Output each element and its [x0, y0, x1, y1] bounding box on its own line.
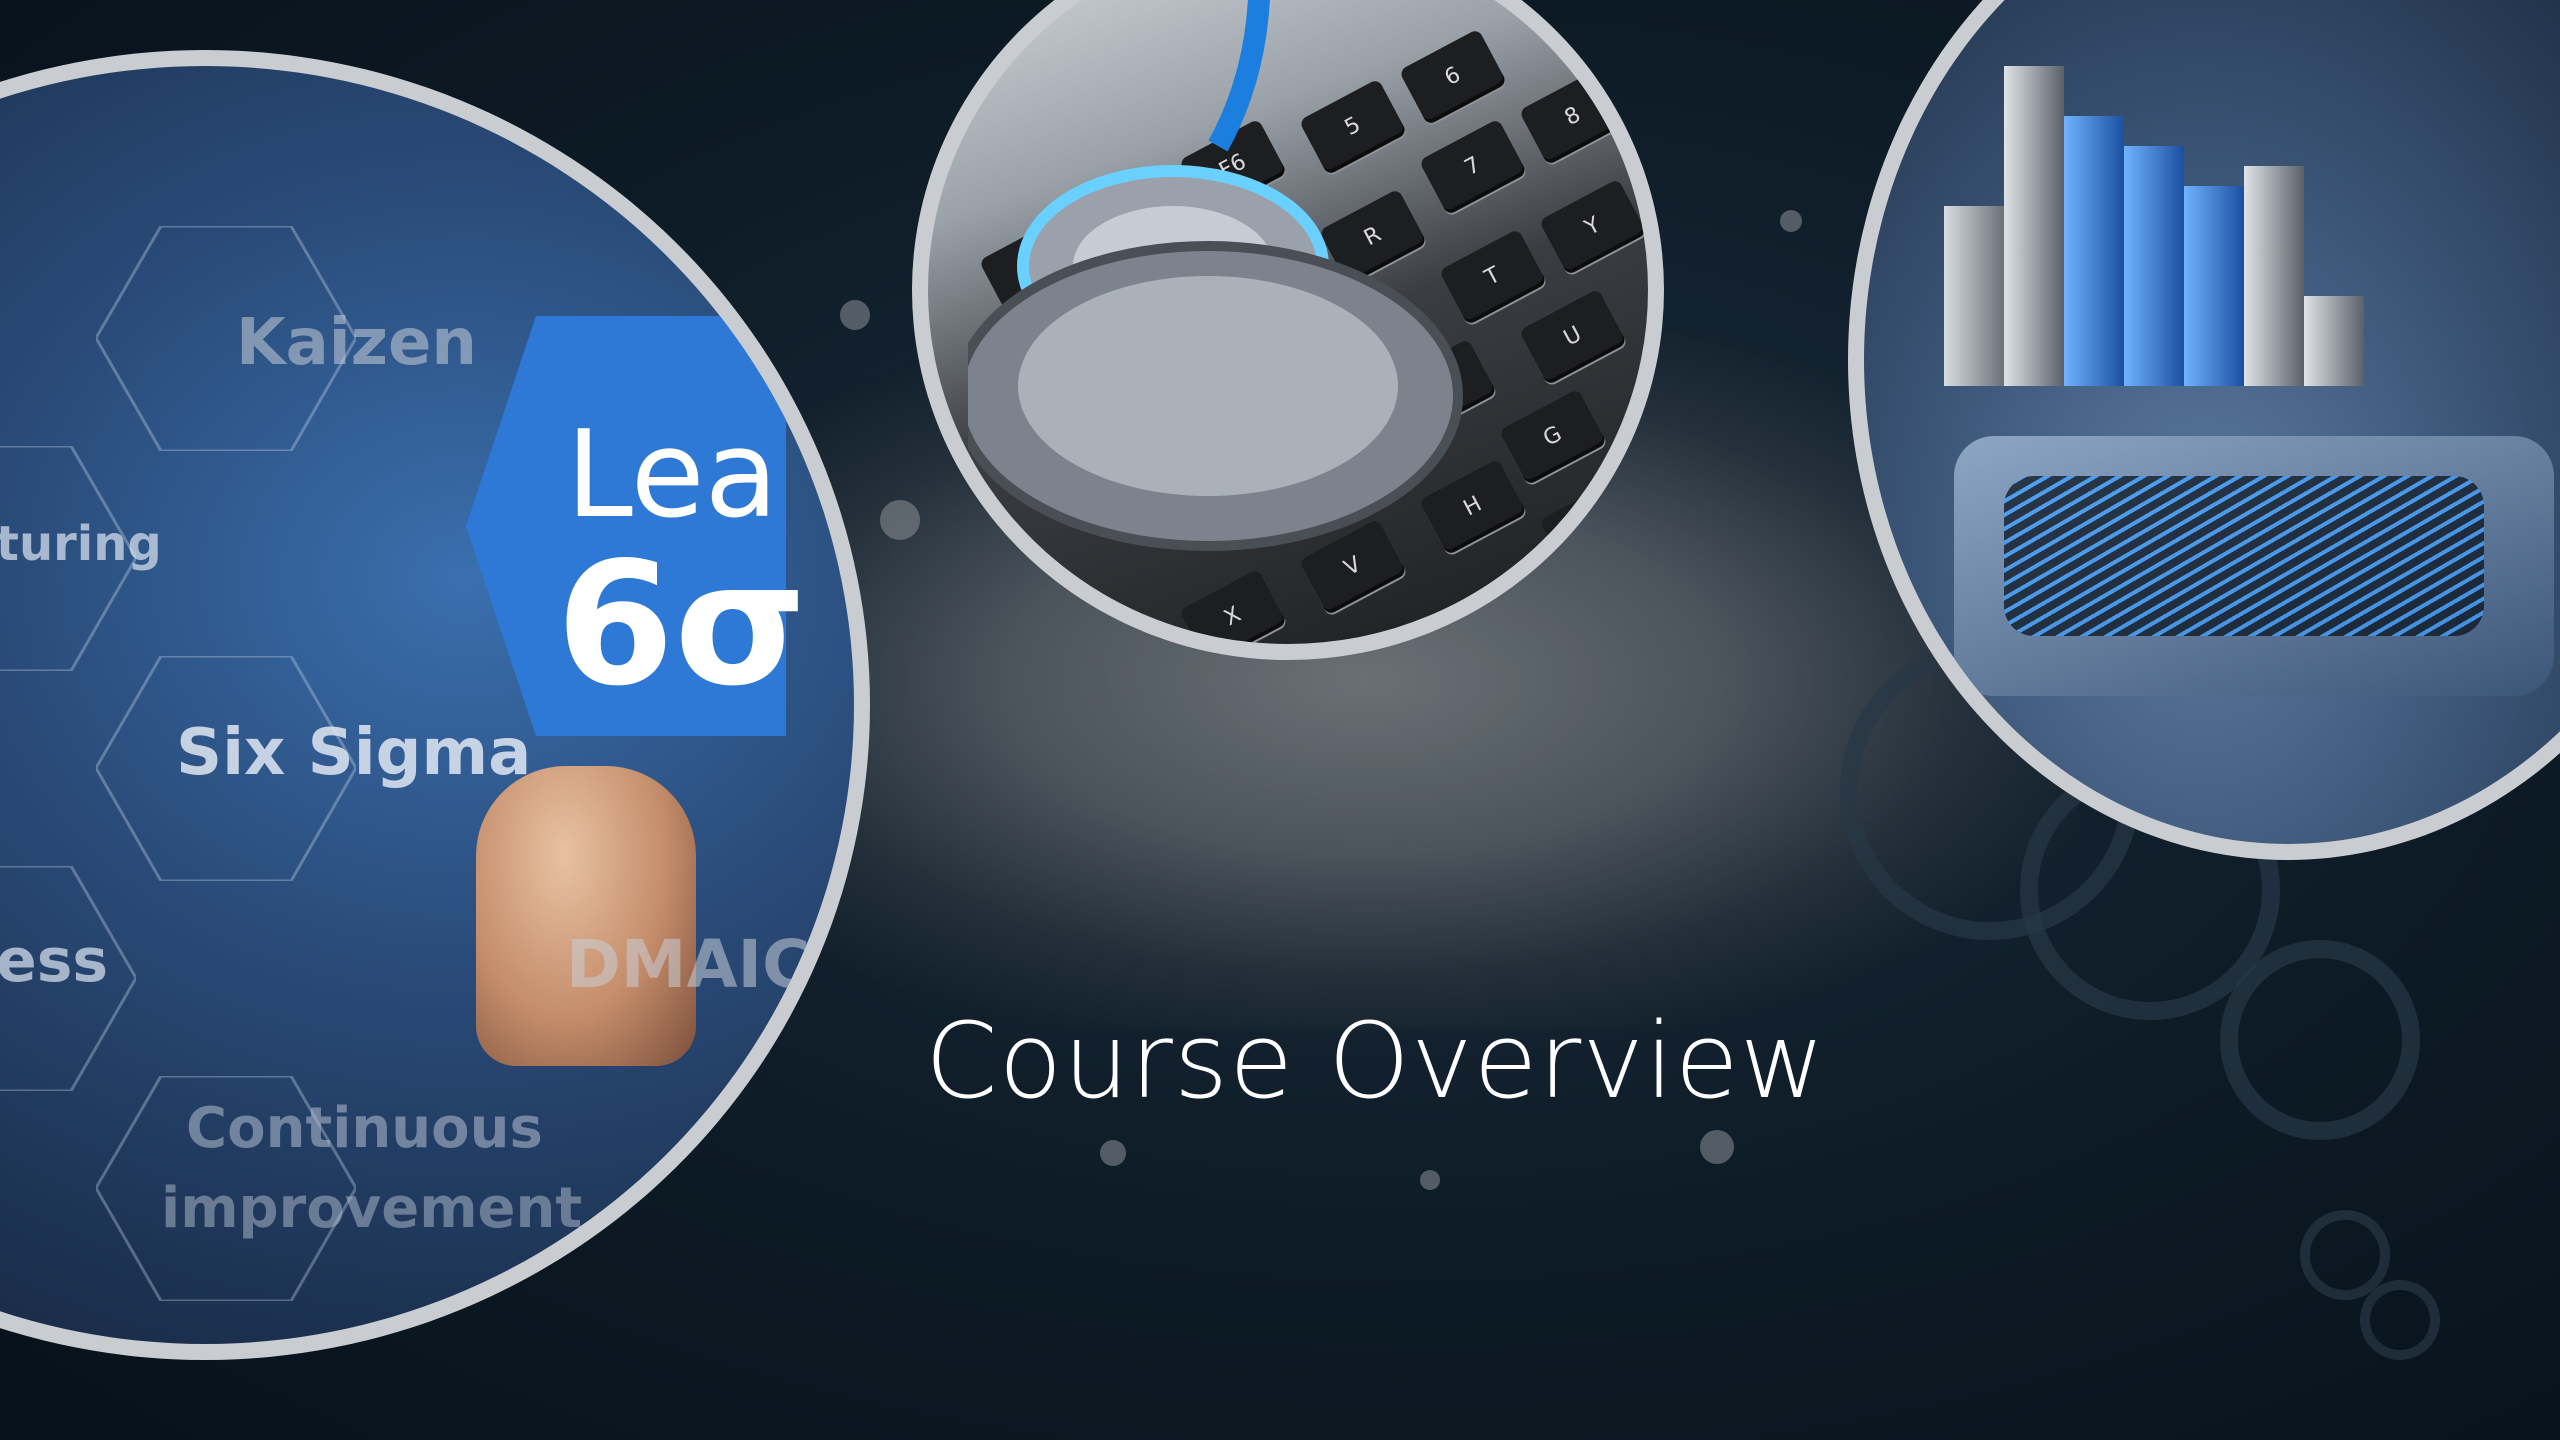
lean-badge-text: Lea — [566, 406, 779, 545]
hex-label-continuous: Continuous — [186, 1096, 543, 1161]
hex-label-process: ess — [0, 926, 109, 996]
chart-bar — [2244, 166, 2304, 386]
six-sigma-symbol: 6σ — [556, 526, 807, 724]
paint-drop — [1780, 210, 1802, 232]
chart-bar — [2304, 296, 2364, 386]
slide: Kaizen turing Six Sigma ess DMAIC Contin… — [0, 0, 2560, 1440]
speaker-ring — [2220, 940, 2420, 1140]
chart-bar — [1944, 206, 2004, 386]
hex-label-kaizen: Kaizen — [236, 306, 477, 380]
chart-bar — [2124, 146, 2184, 386]
hex-label-dmaic: DMAIC — [566, 926, 811, 1003]
chart-bar — [2064, 116, 2124, 386]
bar-chart-graphic — [1944, 16, 2394, 386]
paint-drop — [1700, 1130, 1734, 1164]
stethoscope-keyboard-photo: F4 F5 F6 5 6 7 8 R T Y U F G H C V X — [912, 0, 1664, 660]
hex-label-structuring: turing — [0, 516, 162, 572]
hex-label-improvement: improvement — [161, 1176, 583, 1241]
paint-drop — [840, 300, 870, 330]
lean-six-sigma-photo: Kaizen turing Six Sigma ess DMAIC Contin… — [0, 50, 870, 1360]
chart-bar — [2004, 66, 2064, 386]
paint-drop — [1420, 1170, 1440, 1190]
paint-drop — [1100, 1140, 1126, 1166]
hand — [476, 766, 696, 1066]
hex-label-six-sigma: Six Sigma — [176, 716, 532, 790]
paint-drop — [880, 500, 920, 540]
speaker-ring — [2360, 1280, 2440, 1360]
binary-code-graphic — [2004, 476, 2484, 636]
stethoscope — [968, 0, 1463, 551]
slide-title: Course Overview — [925, 1000, 1826, 1122]
chart-bar — [2184, 186, 2244, 386]
